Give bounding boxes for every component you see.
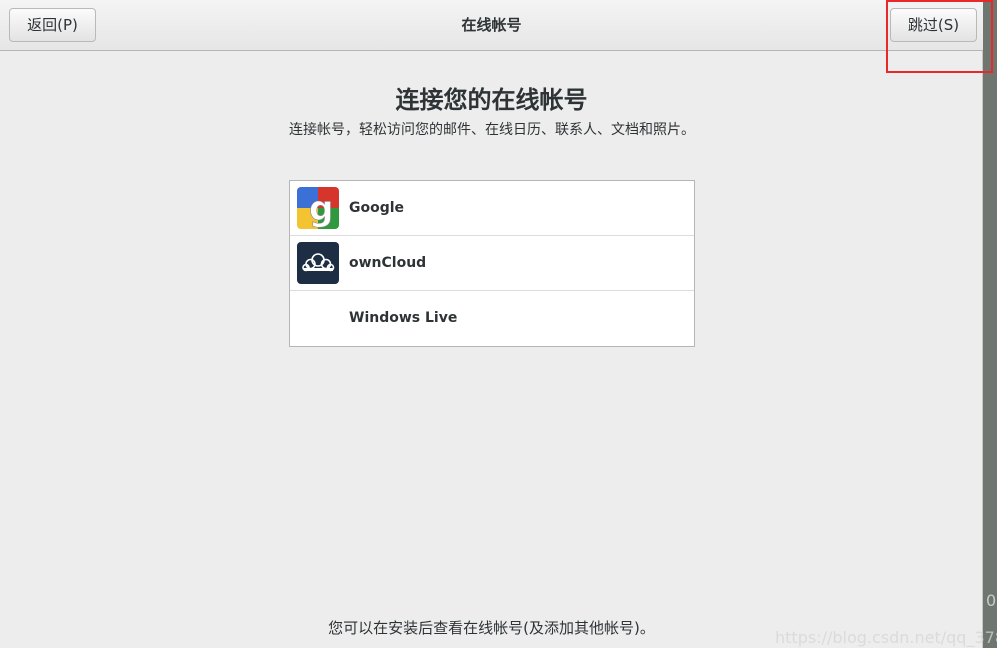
svg-text:g: g: [309, 189, 333, 229]
page-title: 连接您的在线帐号: [395, 86, 588, 114]
header-title: 在线帐号: [461, 16, 522, 34]
provider-item-owncloud[interactable]: ownCloud: [290, 236, 694, 291]
skip-button[interactable]: 跳过(S): [890, 8, 977, 42]
back-button[interactable]: 返回(P): [9, 8, 96, 42]
header-bar: 返回(P) 在线帐号 跳过(S): [0, 0, 983, 51]
edge-character: 0: [986, 591, 997, 610]
google-icon: g: [297, 187, 339, 229]
provider-item-google[interactable]: g Google: [290, 181, 694, 236]
provider-label-owncloud: ownCloud: [349, 255, 427, 271]
provider-list: g Google ownCloud Windows Live: [289, 180, 695, 347]
owncloud-icon: [297, 242, 339, 284]
provider-item-windows-live[interactable]: Windows Live: [290, 291, 694, 346]
footer-note: 您可以在安装后查看在线帐号(及添加其他帐号)。: [328, 619, 655, 637]
provider-label-windows-live: Windows Live: [349, 310, 458, 326]
setup-window: 返回(P) 在线帐号 跳过(S) 连接您的在线帐号 连接帐号，轻松访问您的邮件、…: [0, 0, 983, 648]
page-subtitle: 连接帐号，轻松访问您的邮件、在线日历、联系人、文档和照片。: [289, 122, 695, 138]
provider-label-google: Google: [349, 200, 405, 216]
